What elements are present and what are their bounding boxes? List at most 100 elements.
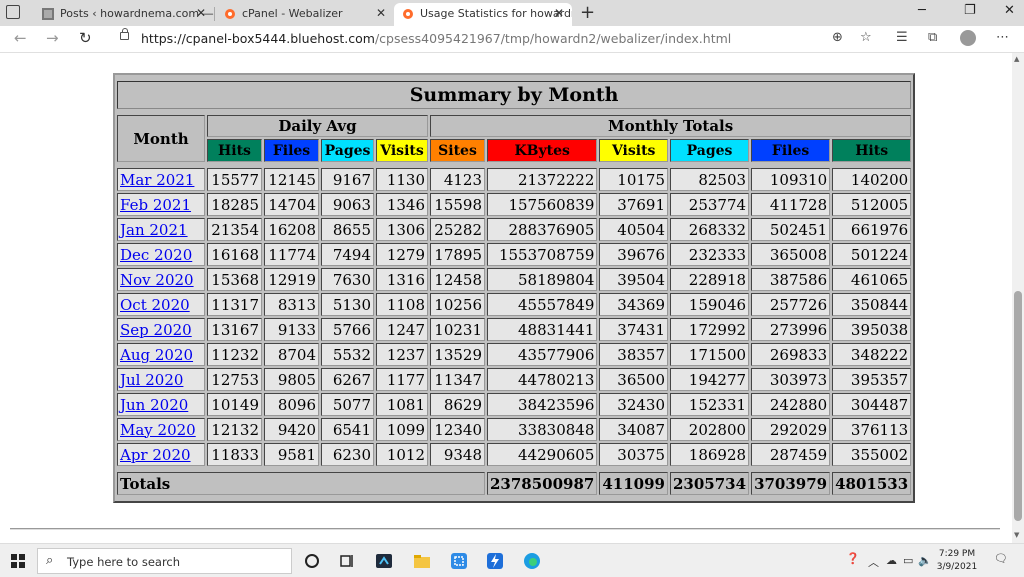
- favorites-icon[interactable]: ☰: [896, 30, 908, 45]
- month-link[interactable]: Nov 2020: [120, 271, 194, 289]
- zoom-icon[interactable]: ⊕: [832, 30, 843, 45]
- task-view-icon[interactable]: [338, 552, 356, 570]
- scroll-down-arrow-icon[interactable]: ▼: [1014, 531, 1019, 539]
- lock-icon[interactable]: [120, 28, 129, 40]
- totals-hits: 4801533: [832, 472, 912, 495]
- address-bar[interactable]: https://cpanel-box5444.bluehost.com/cpse…: [108, 28, 878, 49]
- search-placeholder: Type here to search: [67, 555, 181, 569]
- monthly-visits-cell: 39676: [599, 243, 668, 266]
- month-link[interactable]: Apr 2020: [120, 446, 191, 464]
- cloud-icon[interactable]: ☁: [886, 554, 897, 567]
- monthly-visits-cell: 34087: [599, 418, 668, 441]
- forward-arrow-icon[interactable]: →: [46, 29, 59, 47]
- close-icon[interactable]: ✕: [196, 6, 206, 20]
- daily-hits-cell: 12132: [207, 418, 262, 441]
- daily-visits-cell: 1108: [376, 293, 428, 316]
- restore-icon[interactable]: ❐: [964, 3, 976, 18]
- month-link[interactable]: May 2020: [120, 421, 196, 439]
- month-cell: Jan 2021: [117, 218, 205, 241]
- more-menu-icon[interactable]: ⋯: [996, 30, 1009, 45]
- monthly-files-cell: 257726: [751, 293, 831, 316]
- month-link[interactable]: Jun 2020: [120, 396, 188, 414]
- profile-avatar[interactable]: [960, 30, 976, 46]
- monthly-files-cell: 387586: [751, 268, 831, 291]
- daily-visits-cell: 1177: [376, 368, 428, 391]
- page-scrollbar[interactable]: ▲ ▼: [1012, 53, 1024, 543]
- sites-cell: 12340: [430, 418, 485, 441]
- snipping-tool-icon[interactable]: [450, 552, 468, 570]
- daily-hits-cell: 13167: [207, 318, 262, 341]
- daily-pages-cell: 7494: [321, 243, 374, 266]
- close-icon[interactable]: ✕: [376, 6, 386, 20]
- tab-cpanel-webalizer[interactable]: cPanel - Webalizer ✕: [216, 3, 394, 26]
- refresh-icon[interactable]: ↻: [79, 29, 92, 47]
- taskbar-search-box[interactable]: ⌕ Type here to search: [37, 548, 292, 574]
- cortana-icon[interactable]: [303, 552, 321, 570]
- month-link[interactable]: Jul 2020: [120, 371, 183, 389]
- daily-hits-cell: 10149: [207, 393, 262, 416]
- window-close-icon[interactable]: ✕: [1004, 3, 1015, 18]
- daily-hits-cell: 15577: [207, 168, 262, 191]
- collections-icon[interactable]: ⧉: [928, 30, 937, 45]
- edge-browser-icon[interactable]: [523, 552, 541, 570]
- file-explorer-icon[interactable]: [413, 552, 431, 570]
- tab-title: Usage Statistics for howardnema…: [420, 7, 572, 20]
- daily-files-cell: 12919: [264, 268, 319, 291]
- scroll-thumb[interactable]: [1014, 291, 1022, 521]
- daily-files-cell: 9581: [264, 443, 319, 466]
- month-link[interactable]: Aug 2020: [120, 346, 193, 364]
- month-cell: Mar 2021: [117, 168, 205, 191]
- url-text[interactable]: https://cpanel-box5444.bluehost.com/cpse…: [141, 31, 731, 46]
- monthly-pages-cell: 194277: [670, 368, 750, 391]
- page-content: Summary by Month Month Daily Avg Monthly…: [0, 53, 1012, 543]
- sites-cell: 10231: [430, 318, 485, 341]
- new-tab-icon[interactable]: +: [580, 2, 595, 23]
- month-link[interactable]: Oct 2020: [120, 296, 190, 314]
- power-automate-icon[interactable]: [486, 552, 504, 570]
- monthly-hits-cell: 461065: [832, 268, 912, 291]
- month-link[interactable]: Dec 2020: [120, 246, 192, 264]
- scroll-up-arrow-icon[interactable]: ▲: [1014, 55, 1019, 63]
- month-cell: Jul 2020: [117, 368, 205, 391]
- month-link[interactable]: Mar 2021: [120, 171, 194, 189]
- app-icon[interactable]: [375, 552, 393, 570]
- tab-posts[interactable]: Posts ‹ howardnema.com — Wo… ✕: [34, 3, 214, 26]
- monthly-pages-cell: 232333: [670, 243, 750, 266]
- close-icon[interactable]: ✕: [554, 6, 564, 20]
- tab-actions-icon[interactable]: [6, 5, 20, 19]
- notifications-icon[interactable]: 🗨: [994, 552, 1008, 565]
- daily-pages-header: Pages: [321, 139, 374, 162]
- daily-pages-cell: 6230: [321, 443, 374, 466]
- sites-cell: 25282: [430, 218, 485, 241]
- favorite-star-icon[interactable]: ☆: [860, 30, 872, 45]
- wordpress-favicon-icon: [42, 8, 54, 20]
- daily-files-cell: 8313: [264, 293, 319, 316]
- daily-hits-cell: 11232: [207, 343, 262, 366]
- daily-visits-cell: 1130: [376, 168, 428, 191]
- daily-hits-cell: 21354: [207, 218, 262, 241]
- kbytes-cell: 288376905: [487, 218, 598, 241]
- totals-files: 3703979: [751, 472, 831, 495]
- tab-usage-statistics[interactable]: Usage Statistics for howardnema… ✕: [394, 3, 572, 26]
- monthly-files-cell: 303973: [751, 368, 831, 391]
- month-link[interactable]: Jan 2021: [120, 221, 188, 239]
- system-clock[interactable]: 7:29 PM 3/9/2021: [930, 548, 984, 574]
- minimize-icon[interactable]: ─: [918, 3, 926, 18]
- kbytes-cell: 1553708759: [487, 243, 598, 266]
- kbytes-cell: 44780213: [487, 368, 598, 391]
- summary-rows: Mar 2021 15577 12145 9167 1130 4123 21372222 10…: [117, 168, 912, 466]
- month-link[interactable]: Feb 2021: [120, 196, 191, 214]
- monthly-files-cell: 273996: [751, 318, 831, 341]
- windows-start-icon[interactable]: [11, 554, 25, 568]
- show-hidden-icons-icon[interactable]: ︿: [868, 554, 879, 570]
- month-link[interactable]: Sep 2020: [120, 321, 192, 339]
- daily-files-cell: 16208: [264, 218, 319, 241]
- back-arrow-icon[interactable]: ←: [14, 29, 27, 47]
- tab-title: cPanel - Webalizer: [242, 7, 343, 20]
- help-icon[interactable]: ❓: [846, 552, 860, 565]
- sites-cell: 8629: [430, 393, 485, 416]
- monthly-visits-cell: 39504: [599, 268, 668, 291]
- monthly-files-cell: 242880: [751, 393, 831, 416]
- daily-files-header: Files: [264, 139, 319, 162]
- battery-icon[interactable]: ▭: [903, 554, 913, 567]
